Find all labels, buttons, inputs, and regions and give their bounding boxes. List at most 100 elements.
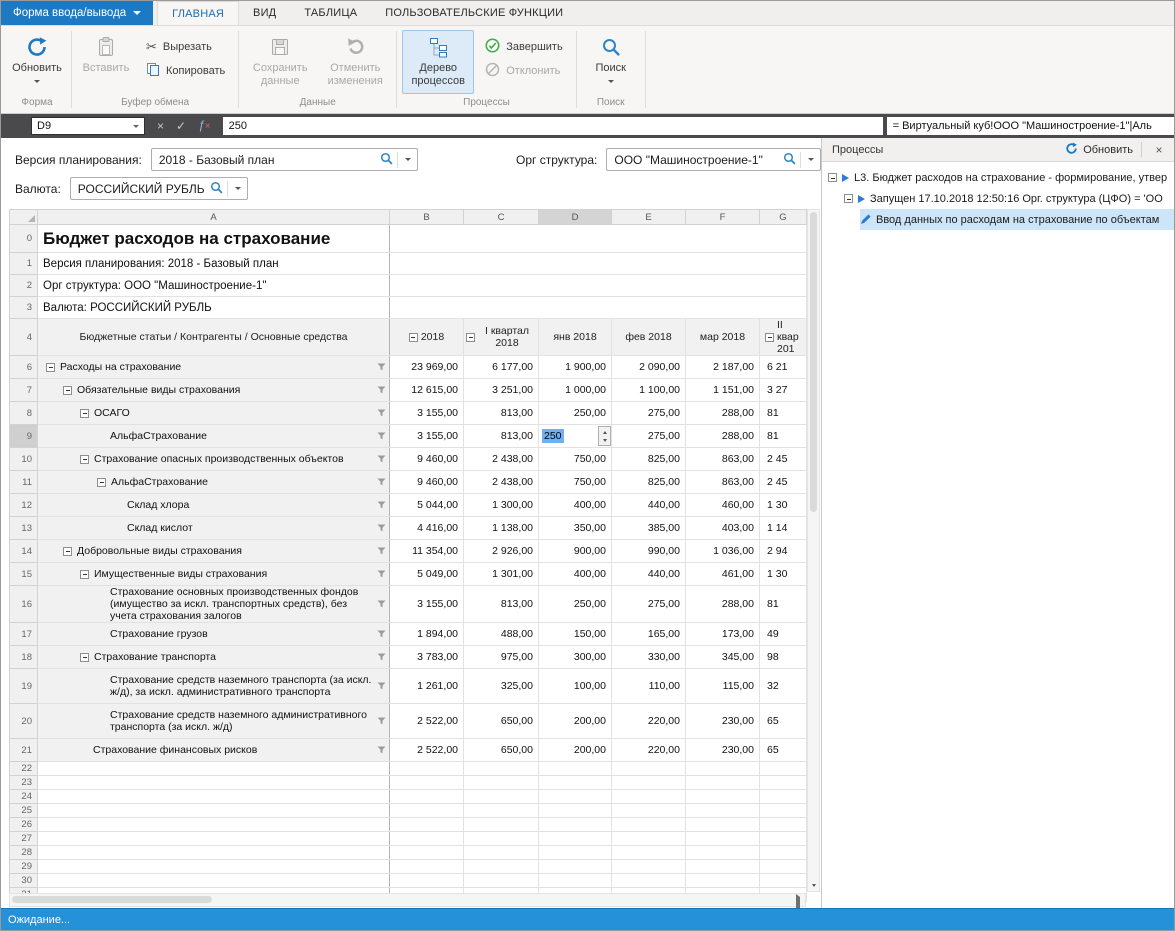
value-cell[interactable]: 12 615,00	[390, 379, 464, 402]
row-header-19[interactable]: 19	[10, 669, 38, 704]
grid-cell-empty[interactable]	[686, 790, 760, 804]
grid-cell-empty[interactable]	[760, 790, 807, 804]
grid-cell-empty[interactable]	[464, 762, 539, 776]
row-header-7[interactable]: 7	[10, 379, 38, 402]
period-header-cell[interactable]: I квартал 2018	[464, 319, 539, 356]
value-cell[interactable]: 440,00	[612, 494, 686, 517]
horizontal-scrollbar[interactable]	[9, 893, 806, 907]
value-cell[interactable]: 5 044,00	[390, 494, 464, 517]
grid-cell-empty[interactable]	[390, 804, 464, 818]
grid-cell-empty[interactable]	[390, 225, 807, 253]
grid-cell-empty[interactable]	[464, 832, 539, 846]
row-header-18[interactable]: 18	[10, 646, 38, 669]
filter-funnel-icon[interactable]	[377, 717, 386, 726]
value-cell[interactable]: 975,00	[464, 646, 539, 669]
value-cell[interactable]: 440,00	[612, 563, 686, 586]
value-cell[interactable]: 1 261,00	[390, 669, 464, 704]
grid-cell-empty[interactable]	[612, 804, 686, 818]
row-header-4[interactable]: 4	[10, 319, 38, 356]
value-cell[interactable]: 900,00	[539, 540, 612, 563]
value-cell[interactable]: 650,00	[464, 704, 539, 739]
grid-cell-empty[interactable]	[38, 846, 390, 860]
column-header-D[interactable]: D	[539, 210, 612, 225]
process-tree-item[interactable]: Запущен 17.10.2018 12:50:16 Орг. структу…	[822, 188, 1174, 209]
row-header-25[interactable]: 25	[10, 804, 38, 818]
filter-funnel-icon[interactable]	[377, 524, 386, 533]
filter-funnel-icon[interactable]	[377, 478, 386, 487]
report-title-cell[interactable]: Версия планирования: 2018 - Базовый план	[38, 253, 390, 275]
row-header-8[interactable]: 8	[10, 402, 38, 425]
grid-cell-empty[interactable]	[464, 776, 539, 790]
value-cell[interactable]: 220,00	[612, 704, 686, 739]
grid-cell-empty[interactable]	[686, 874, 760, 888]
process-tree-button[interactable]: Дерево процессов	[402, 30, 474, 94]
grid-cell-empty[interactable]	[686, 818, 760, 832]
value-cell[interactable]: 1 900,00	[539, 356, 612, 379]
column-header-G[interactable]: G	[760, 210, 807, 225]
grid-cell-empty[interactable]	[464, 860, 539, 874]
collapse-minus-icon[interactable]	[97, 478, 106, 487]
chevron-down-icon[interactable]	[808, 158, 814, 164]
reject-button[interactable]: Отклонить	[477, 60, 570, 82]
column-header-A[interactable]: A	[38, 210, 390, 225]
report-title-cell[interactable]: Орг структура: ООО "Машиностроение-1"	[38, 275, 390, 297]
row-header-0[interactable]: 0	[10, 225, 38, 253]
row-label-cell[interactable]: АльфаСтрахование	[38, 425, 390, 448]
grid-cell-empty[interactable]	[390, 762, 464, 776]
grid-cell-empty[interactable]	[760, 860, 807, 874]
value-cell[interactable]: 165,00	[612, 623, 686, 646]
grid-cell-empty[interactable]	[464, 874, 539, 888]
value-cell-clipped[interactable]: 49	[760, 623, 807, 646]
value-cell-clipped[interactable]: 98	[760, 646, 807, 669]
grid-cell-empty[interactable]	[686, 860, 760, 874]
tab-glavnaya[interactable]: ГЛАВНАЯ	[157, 1, 239, 25]
grid-cell-empty[interactable]	[686, 804, 760, 818]
grid-cell-empty[interactable]	[38, 776, 390, 790]
row-header-29[interactable]: 29	[10, 860, 38, 874]
process-tree-item-content[interactable]: L3. Бюджет расходов на страхование - фор…	[828, 167, 1174, 188]
search-icon[interactable]	[380, 152, 393, 168]
row-label-cell[interactable]: Страхование транспорта	[38, 646, 390, 669]
row-label-cell[interactable]: Обязательные виды страхования	[38, 379, 390, 402]
value-cell-clipped[interactable]: 81	[760, 586, 807, 623]
process-tree-item[interactable]: Ввод данных по расходам на страхование п…	[822, 209, 1174, 230]
value-cell[interactable]: 813,00	[464, 402, 539, 425]
collapse-minus-icon[interactable]	[63, 386, 72, 395]
grid-cell-empty[interactable]	[390, 253, 807, 275]
value-cell[interactable]: 1 301,00	[464, 563, 539, 586]
row-header-27[interactable]: 27	[10, 832, 38, 846]
active-cell-editor[interactable]: 250	[539, 425, 612, 448]
grid-cell-empty[interactable]	[760, 776, 807, 790]
value-cell[interactable]: 250,00	[539, 586, 612, 623]
grid-corner[interactable]	[10, 210, 38, 225]
search-button[interactable]: Поиск	[582, 30, 640, 94]
grid-cell-empty[interactable]	[760, 818, 807, 832]
value-cell[interactable]: 825,00	[612, 471, 686, 494]
grid-cell-empty[interactable]	[464, 818, 539, 832]
grid-cell-empty[interactable]	[464, 846, 539, 860]
grid-cell-empty[interactable]	[760, 762, 807, 776]
report-title-cell[interactable]: Валюта: РОССИЙСКИЙ РУБЛЬ	[38, 297, 390, 319]
row-header-26[interactable]: 26	[10, 818, 38, 832]
value-cell[interactable]: 1 151,00	[686, 379, 760, 402]
vertical-scrollbar[interactable]	[807, 209, 820, 892]
period-header-cell[interactable]: фев 2018	[612, 319, 686, 356]
value-cell[interactable]: 115,00	[686, 669, 760, 704]
refresh-button[interactable]: Обновить	[8, 30, 66, 94]
dimension-header-cell[interactable]: Бюджетные статьи / Контрагенты / Основны…	[38, 319, 390, 356]
value-cell[interactable]: 9 460,00	[390, 448, 464, 471]
row-header-20[interactable]: 20	[10, 704, 38, 739]
row-label-cell[interactable]: Имущественные виды страхования	[38, 563, 390, 586]
row-header-11[interactable]: 11	[10, 471, 38, 494]
value-cell[interactable]: 2 090,00	[612, 356, 686, 379]
grid-cell-empty[interactable]	[539, 846, 612, 860]
grid-cell-empty[interactable]	[390, 846, 464, 860]
grid-cell-empty[interactable]	[612, 776, 686, 790]
grid-cell-empty[interactable]	[539, 832, 612, 846]
value-cell[interactable]: 813,00	[464, 586, 539, 623]
row-label-cell[interactable]: Страхование опасных производственных объ…	[38, 448, 390, 471]
value-cell[interactable]: 1 894,00	[390, 623, 464, 646]
period-header-cell[interactable]: 2018	[390, 319, 464, 356]
value-cell[interactable]: 100,00	[539, 669, 612, 704]
process-tree-item-content[interactable]: Запущен 17.10.2018 12:50:16 Орг. структу…	[844, 188, 1174, 209]
